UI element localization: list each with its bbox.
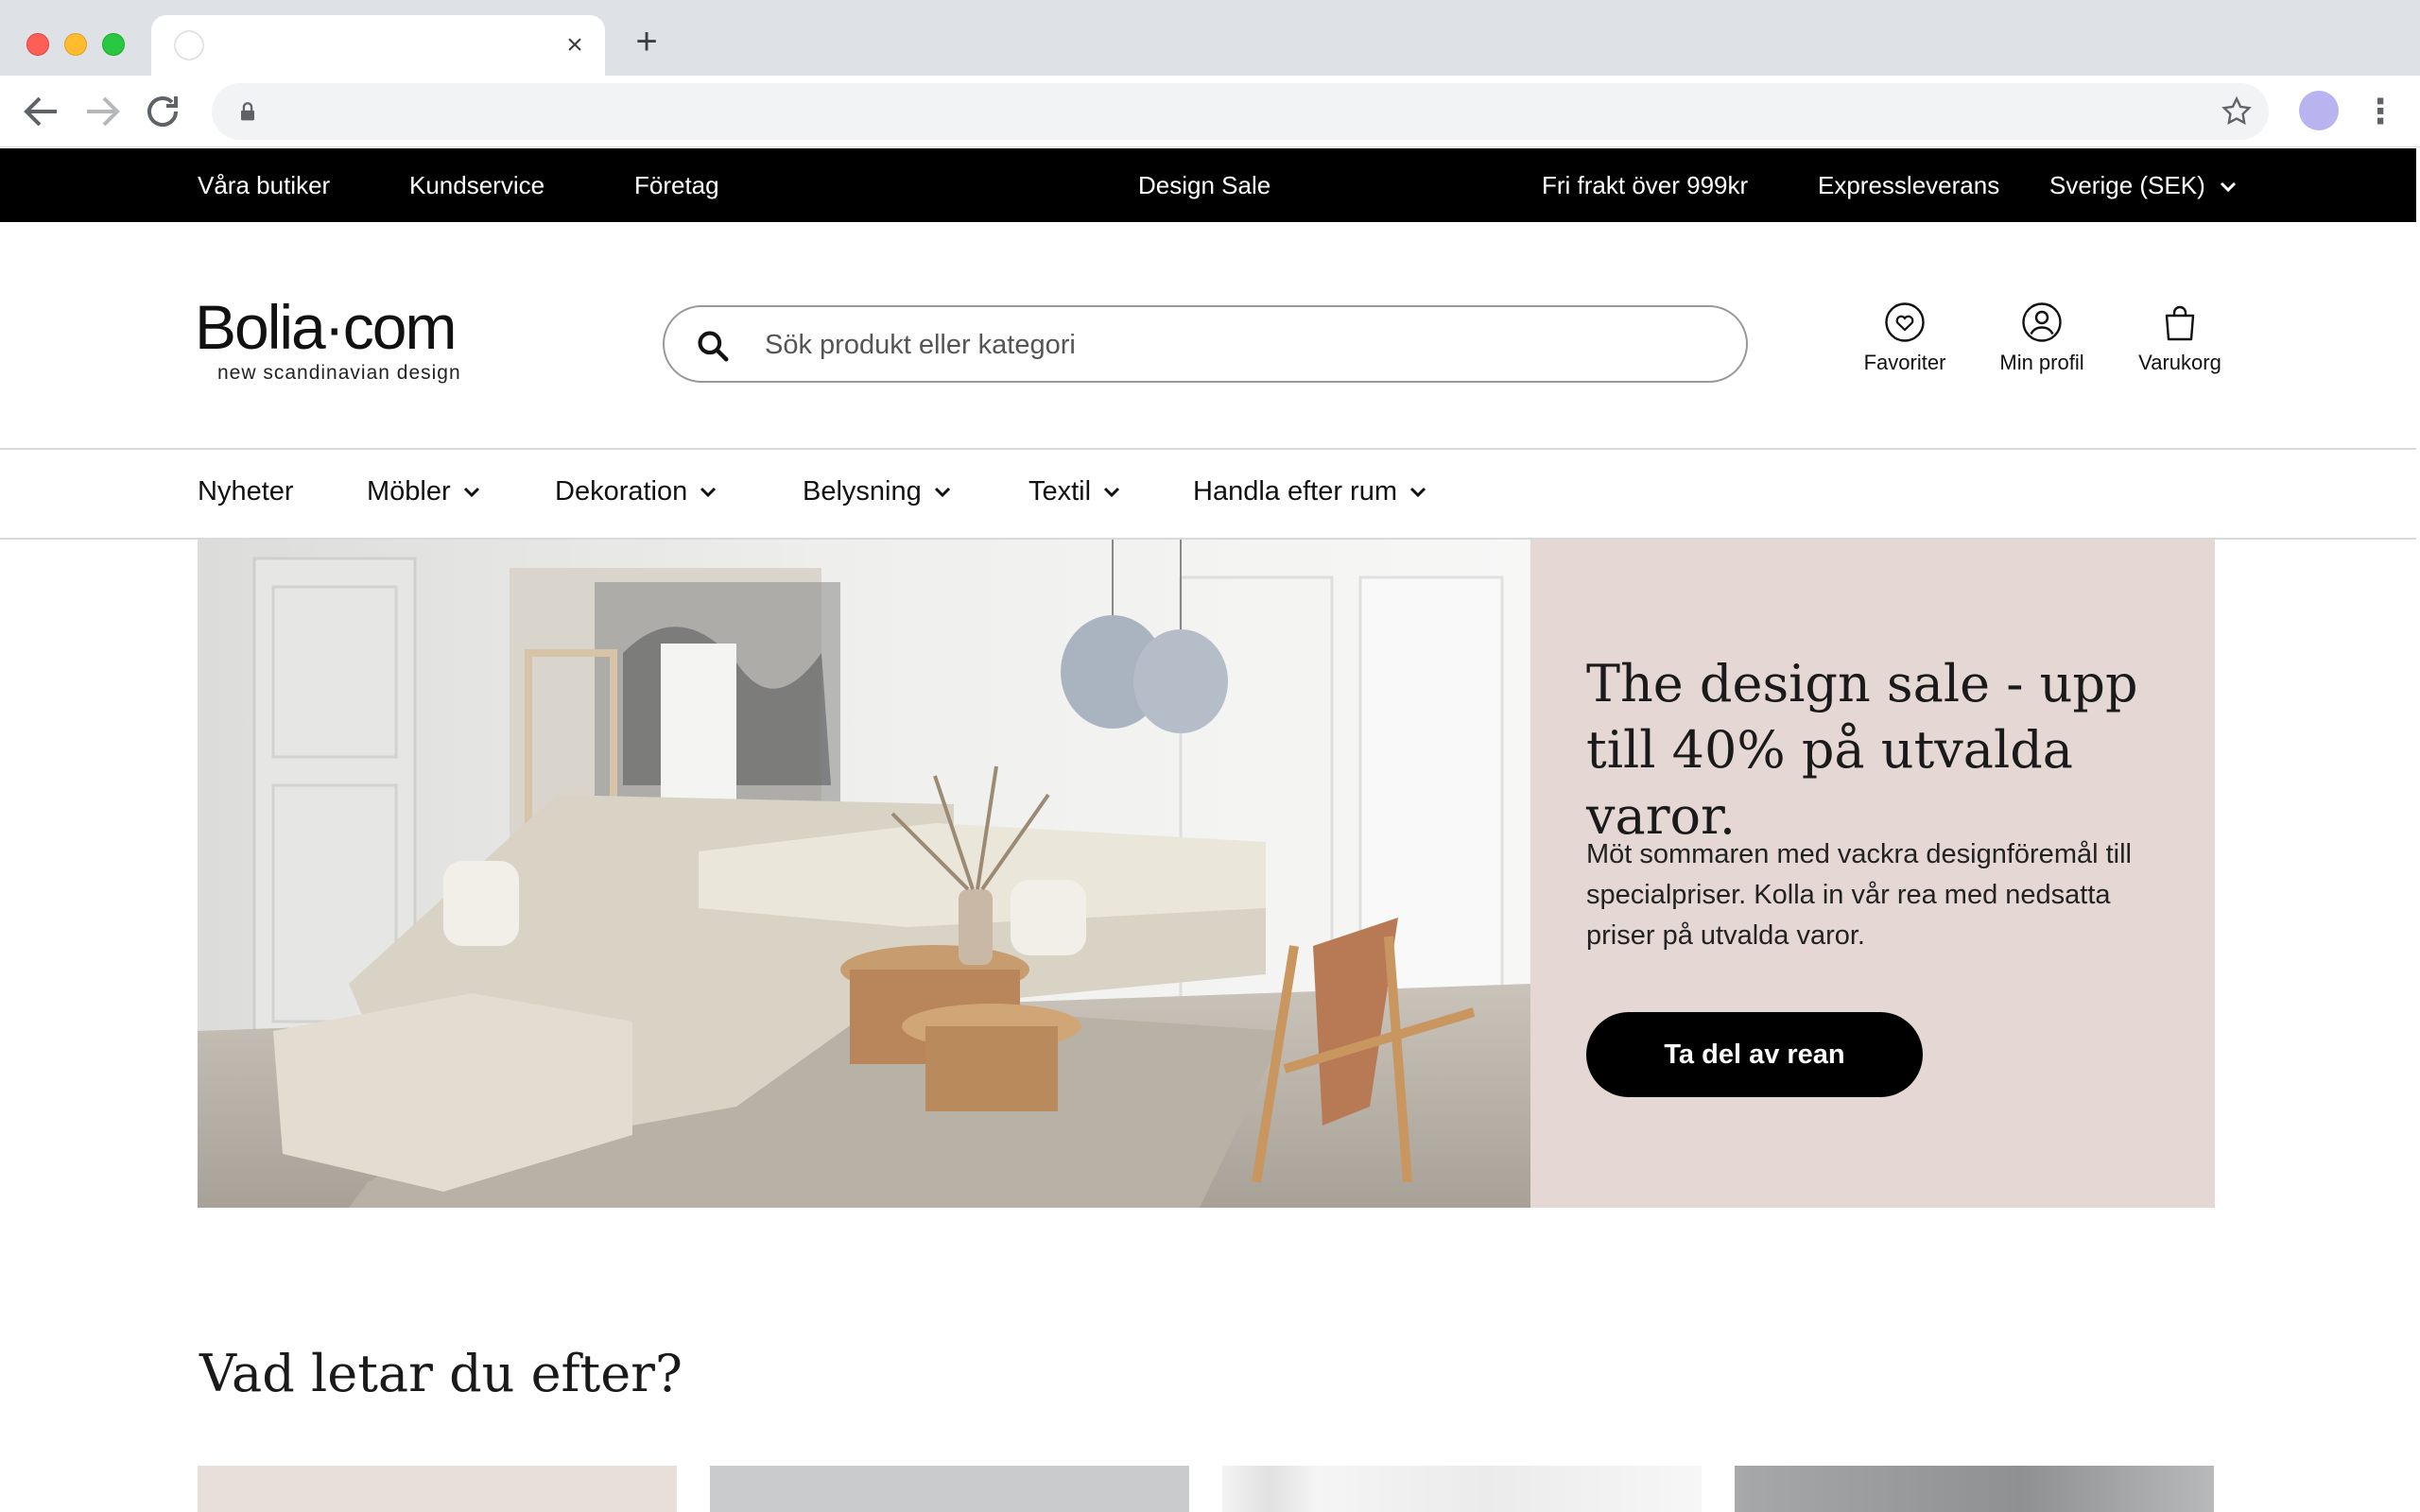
user-icon — [2022, 302, 2062, 342]
section-heading: Vad letar du efter? — [199, 1344, 683, 1403]
site-header: Bolia·com new scandinavian design Favori… — [0, 222, 2416, 449]
back-arrow-icon[interactable] — [19, 89, 64, 134]
bag-icon — [2165, 305, 2195, 341]
nav-item-label: Möbler — [367, 476, 451, 507]
nav-item-label: Belysning — [803, 476, 922, 507]
chevron-down-icon — [1409, 488, 1426, 498]
category-card[interactable] — [710, 1466, 1189, 1512]
cart-label: Varukorg — [2138, 351, 2221, 374]
hero-image[interactable] — [198, 540, 1530, 1208]
category-card[interactable] — [1735, 1466, 2214, 1512]
chevron-down-icon — [934, 488, 950, 498]
nav-item-label: Textil — [1028, 476, 1092, 507]
window-minimize-button[interactable] — [64, 33, 87, 56]
express-delivery-link[interactable]: Expressleverans — [1818, 171, 1999, 200]
nav-item-furniture[interactable]: Möbler — [367, 476, 481, 507]
new-tab-button[interactable]: + — [628, 23, 666, 60]
link-stores[interactable]: Våra butiker — [198, 171, 330, 200]
favorites-button[interactable]: Favoriter — [1853, 301, 1957, 375]
promo-link[interactable]: Design Sale — [1138, 171, 1270, 200]
search-input[interactable] — [765, 324, 1691, 366]
favorites-label: Favoriter — [1863, 351, 1946, 374]
tab-close-icon[interactable]: × — [558, 28, 592, 62]
site-logo[interactable]: Bolia·com new scandinavian design — [195, 292, 478, 384]
search-icon[interactable] — [695, 328, 731, 364]
nav-item-decoration[interactable]: Dekoration — [555, 476, 717, 507]
star-icon[interactable] — [2220, 94, 2254, 129]
hero-title: The design sale - upp till 40% på utvald… — [1586, 654, 2138, 846]
forward-arrow-icon[interactable] — [79, 89, 125, 134]
logo-tagline: new scandinavian design — [217, 362, 461, 384]
nav-item-label: Dekoration — [555, 476, 688, 507]
nav-item-label: Handla efter rum — [1193, 476, 1397, 507]
avatar[interactable] — [2299, 91, 2339, 130]
logo-wordmark: Bolia·com — [195, 292, 457, 362]
hero-panel: The design sale - upp till 40% på utvald… — [1530, 540, 2215, 1208]
living-room-illustration — [198, 540, 1530, 1208]
region-label: Sverige (SEK) — [2049, 171, 2205, 199]
hero-description: Möt sommaren med vackra designföremål ti… — [1586, 839, 2132, 951]
window-close-button[interactable] — [26, 33, 49, 56]
browser-tabstrip: × + — [0, 0, 2420, 76]
link-customer-service[interactable]: Kundservice — [409, 171, 544, 200]
nav-item-news[interactable]: Nyheter — [198, 476, 294, 507]
nav-item-shop-by-room[interactable]: Handla efter rum — [1193, 476, 1427, 507]
nav-item-lighting[interactable]: Belysning — [803, 476, 952, 507]
address-bar[interactable] — [212, 83, 2269, 140]
cart-button[interactable]: Varukorg — [2129, 301, 2231, 375]
link-business[interactable]: Företag — [634, 171, 719, 200]
chevron-down-icon — [700, 488, 717, 498]
tab-favicon-icon — [174, 30, 204, 60]
profile-button[interactable]: Min profil — [1985, 301, 2099, 375]
shipping-info[interactable]: Fri frakt över 999kr — [1542, 171, 1748, 200]
browser-toolbar: ⋮ — [0, 76, 2420, 147]
menu-kebab-icon[interactable]: ⋮ — [2363, 89, 2397, 134]
chevron-down-icon — [463, 488, 479, 498]
lock-icon — [234, 98, 261, 125]
chevron-down-icon — [1104, 488, 1120, 498]
heart-icon — [1885, 302, 1925, 342]
category-nav: Nyheter Möbler Dekoration Belysning Text… — [0, 448, 2416, 540]
window-maximize-button[interactable] — [102, 33, 125, 56]
utility-bar: Våra butiker Kundservice Företag Design … — [0, 148, 2416, 222]
reload-icon[interactable] — [140, 89, 185, 134]
category-card[interactable] — [1222, 1466, 1702, 1512]
nav-item-textile[interactable]: Textil — [1028, 476, 1121, 507]
region-selector[interactable]: Sverige (SEK) — [2049, 171, 2238, 200]
sale-cta-button[interactable]: Ta del av rean — [1586, 1012, 1923, 1097]
search-bar[interactable] — [663, 305, 1748, 383]
category-card[interactable] — [198, 1466, 677, 1512]
browser-tab[interactable]: × — [151, 15, 605, 76]
nav-item-label: Nyheter — [198, 476, 294, 507]
chevron-down-icon — [2220, 182, 2236, 193]
profile-label: Min profil — [1999, 351, 2084, 374]
